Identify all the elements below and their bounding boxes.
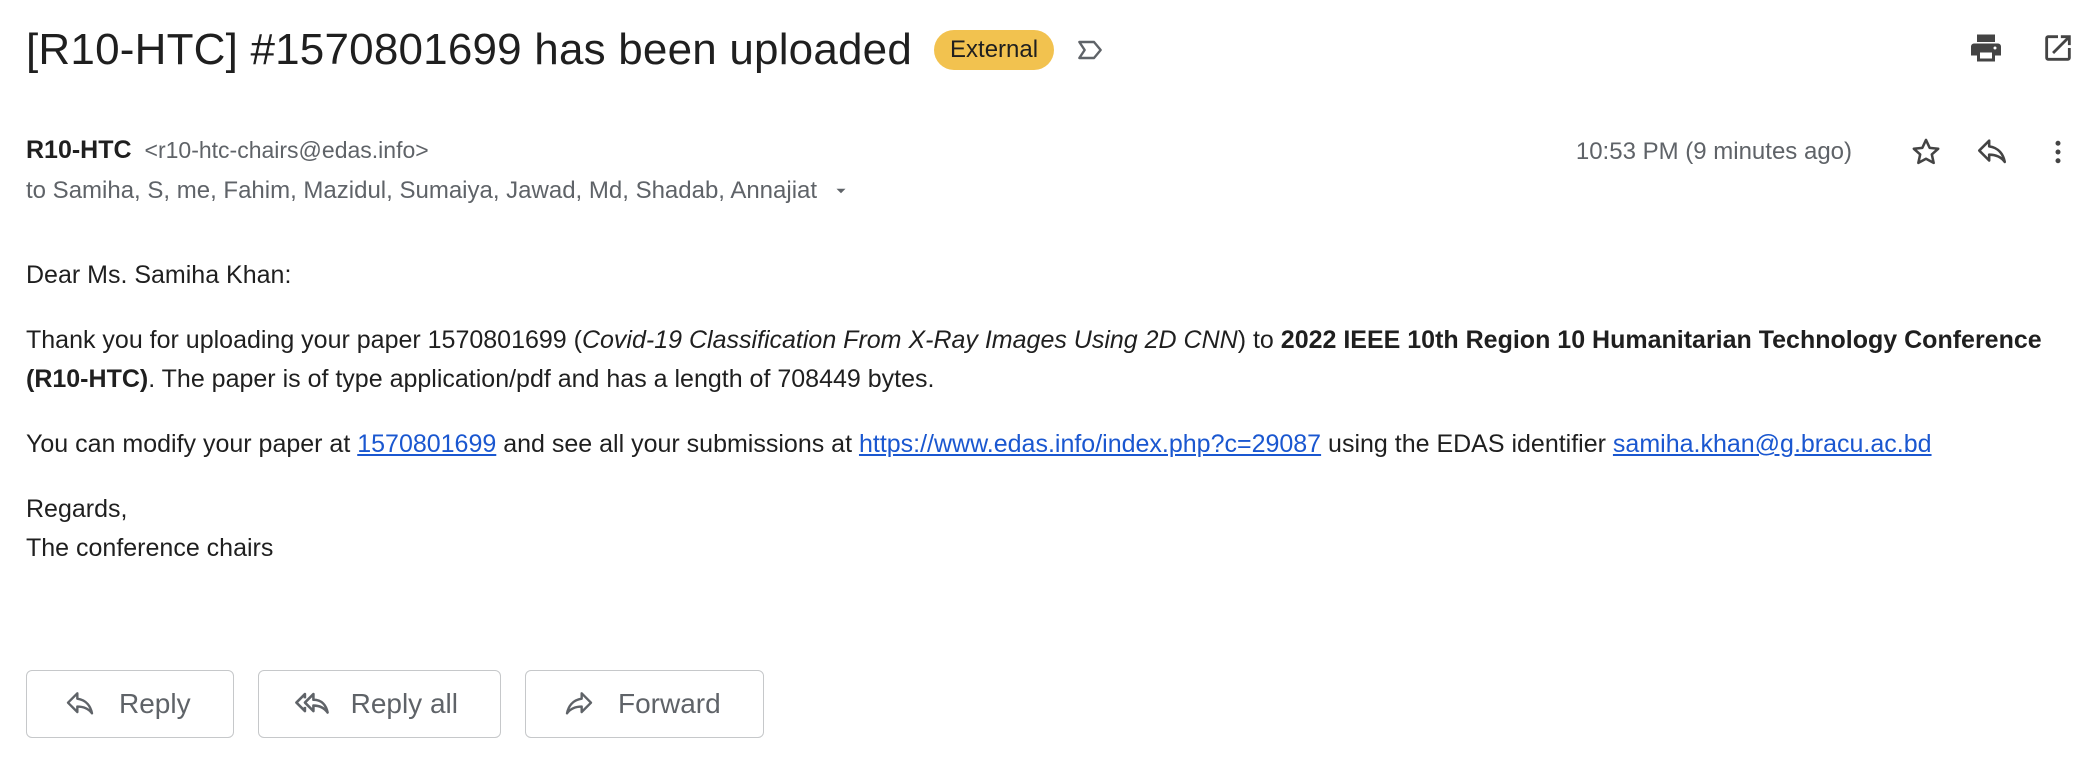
body-paragraph-2: You can modify your paper at 1570801699 …: [26, 425, 2046, 464]
signature: Regards, The conference chairs: [26, 490, 2046, 568]
reply-icon: [63, 687, 97, 721]
edas-identifier-link[interactable]: samiha.khan@g.bracu.ac.bd: [1613, 430, 1932, 458]
print-icon[interactable]: [1964, 26, 2008, 70]
body-text: using the EDAS identifier: [1321, 430, 1613, 458]
message-body: Dear Ms. Samiha Khan: Thank you for uplo…: [26, 256, 2046, 594]
label-icon[interactable]: [1072, 32, 1108, 68]
sender-name[interactable]: R10-HTC: [26, 136, 132, 164]
forward-label: Forward: [617, 688, 721, 719]
paper-title: Covid-19 Classification From X-Ray Image…: [581, 326, 1238, 354]
sender-line: R10-HTC <r10-htc-chairs@edas.info>: [26, 136, 853, 165]
body-paragraph-1: Thank you for uploading your paper 15708…: [26, 321, 2046, 399]
reply-button[interactable]: Reply: [26, 670, 234, 738]
paper-link[interactable]: 1570801699: [357, 430, 496, 458]
body-text: You can modify your paper at: [26, 430, 358, 458]
reply-icon[interactable]: [1970, 130, 2014, 174]
sender-email: <r10-htc-chairs@edas.info>: [144, 137, 429, 163]
open-in-new-window-icon[interactable]: [2036, 26, 2080, 70]
caret-down-icon[interactable]: [829, 179, 853, 203]
email-subject: [R10-HTC] #1570801699 has been uploaded: [26, 25, 913, 74]
body-text: ) to: [1237, 326, 1281, 354]
greeting: Dear Ms. Samiha Khan:: [26, 261, 292, 289]
body-text: . The paper is of type application/pdf a…: [148, 365, 935, 393]
star-icon[interactable]: [1904, 130, 1948, 174]
recipients: to Samiha, S, me, Fahim, Mazidul, Sumaiy…: [26, 177, 853, 205]
forward-icon: [562, 687, 596, 721]
reply-label: Reply: [119, 688, 191, 719]
subject-actions: [1964, 26, 2080, 70]
reply-all-label: Reply all: [350, 688, 458, 719]
body-text: and see all your submissions at: [496, 430, 859, 458]
body-text: Thank you for uploading your paper 15708…: [26, 326, 582, 354]
sender-block: R10-HTC <r10-htc-chairs@edas.info> to Sa…: [26, 136, 853, 205]
reply-all-button[interactable]: Reply all: [257, 670, 501, 738]
external-badge[interactable]: External: [934, 30, 1055, 70]
submissions-link[interactable]: https://www.edas.info/index.php?c=29087: [859, 430, 1321, 458]
timestamp: 10:53 PM (9 minutes ago): [1575, 138, 1852, 165]
subject-row: [R10-HTC] #1570801699 has been uploaded …: [26, 20, 1108, 80]
signature-line-2: The conference chairs: [26, 534, 274, 562]
more-vertical-icon[interactable]: [2036, 130, 2080, 174]
message-meta: 10:53 PM (9 minutes ago): [1576, 130, 2080, 174]
forward-button[interactable]: Forward: [524, 670, 764, 738]
recipients-list: to Samiha, S, me, Fahim, Mazidul, Sumaiy…: [26, 177, 818, 204]
reply-actions: Reply Reply all Forward: [26, 670, 764, 738]
signature-line-1: Regards,: [26, 495, 128, 523]
reply-all-icon: [294, 687, 329, 721]
